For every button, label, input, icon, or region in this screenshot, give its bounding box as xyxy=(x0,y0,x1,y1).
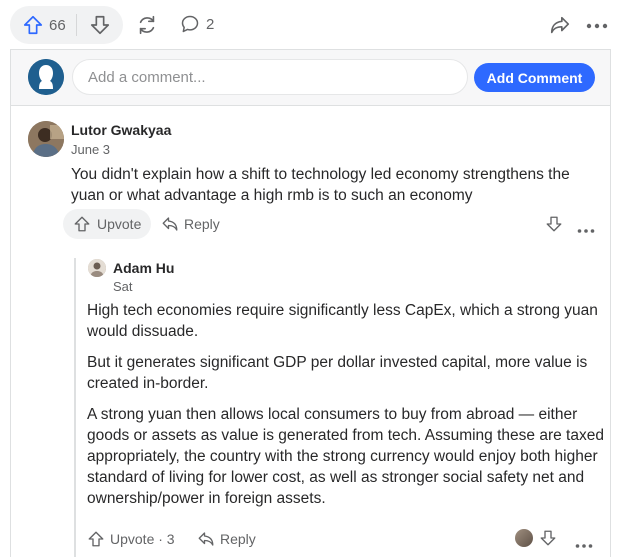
comment-paragraph: A strong yuan then allows local consumer… xyxy=(87,406,604,507)
upvoter-avatar[interactable] xyxy=(515,529,533,547)
comment-upvote-button[interactable]: Upvote xyxy=(63,209,152,239)
reply-label: Reply xyxy=(184,216,220,232)
comment-bubble-icon xyxy=(181,15,199,33)
reply-label: Reply xyxy=(220,531,256,547)
current-user-avatar xyxy=(28,59,64,95)
comment-text: You didn't explain how a shift to techno… xyxy=(71,166,570,204)
comment-upvote-button[interactable]: Upvote · 3 xyxy=(87,530,175,548)
comments-section: Add Comment Lutor Gwakyaa June 3 You did… xyxy=(10,49,611,557)
comment-more-button[interactable] xyxy=(577,221,595,239)
avatar[interactable] xyxy=(88,259,106,277)
upvote-button[interactable]: 66 xyxy=(22,14,66,36)
arrow-down-icon xyxy=(546,216,562,232)
comment-reply-button[interactable]: Reply xyxy=(197,530,256,548)
share-refresh-button[interactable] xyxy=(136,14,158,36)
upvote-label: Upvote xyxy=(97,216,142,232)
upvote-label: Upvote · 3 xyxy=(110,531,175,547)
arrow-up-icon xyxy=(88,531,104,547)
share-button[interactable] xyxy=(549,14,571,36)
more-dots-icon xyxy=(586,23,608,29)
user-photo xyxy=(28,121,64,157)
comment-date[interactable]: Sat xyxy=(113,279,133,294)
comment-author[interactable]: Adam Hu xyxy=(113,260,174,276)
comment-downvote-button[interactable] xyxy=(539,529,557,552)
comment-paragraph: But it generates significant GDP per dol… xyxy=(87,354,588,392)
refresh-icon xyxy=(139,15,155,35)
more-dots-icon xyxy=(575,544,593,548)
add-comment-row: Add Comment xyxy=(11,50,610,106)
more-dots-icon xyxy=(577,229,595,233)
share-arrow-icon xyxy=(550,16,570,34)
comment-more-button[interactable] xyxy=(575,536,593,554)
comment-count: 2 xyxy=(206,15,215,33)
post-more-button[interactable] xyxy=(586,17,608,35)
comment-author[interactable]: Lutor Gwakyaa xyxy=(71,122,171,138)
comment-text: High tech economies require significantl… xyxy=(87,300,607,519)
default-user-icon xyxy=(28,59,64,95)
post-action-bar: 66 xyxy=(10,6,123,44)
arrow-down-icon xyxy=(540,530,556,546)
comment-downvote-button[interactable] xyxy=(545,215,563,238)
avatar[interactable] xyxy=(28,121,64,157)
reply-arrow-icon xyxy=(162,217,178,231)
comment-paragraph: High tech economies require significantl… xyxy=(87,302,598,340)
reply-arrow-icon xyxy=(198,532,214,546)
comment-date[interactable]: June 3 xyxy=(71,142,110,157)
comment-input[interactable] xyxy=(72,59,468,95)
thread-line[interactable] xyxy=(74,258,76,557)
downvote-button[interactable] xyxy=(89,14,111,36)
add-comment-button[interactable]: Add Comment xyxy=(474,63,595,92)
arrow-up-icon xyxy=(74,216,90,232)
arrow-down-icon xyxy=(90,15,109,35)
comments-toggle-button[interactable]: 2 xyxy=(180,14,214,34)
comment-actions: Upvote Reply xyxy=(63,209,603,239)
vote-divider xyxy=(75,14,77,36)
arrow-up-icon xyxy=(23,15,43,35)
comment-reply-button[interactable]: Reply xyxy=(161,215,220,233)
comment-actions: Upvote · 3 Reply xyxy=(87,528,607,552)
vote-pill: 66 xyxy=(10,6,123,44)
upvote-count: 66 xyxy=(49,16,66,34)
user-photo xyxy=(88,259,106,277)
